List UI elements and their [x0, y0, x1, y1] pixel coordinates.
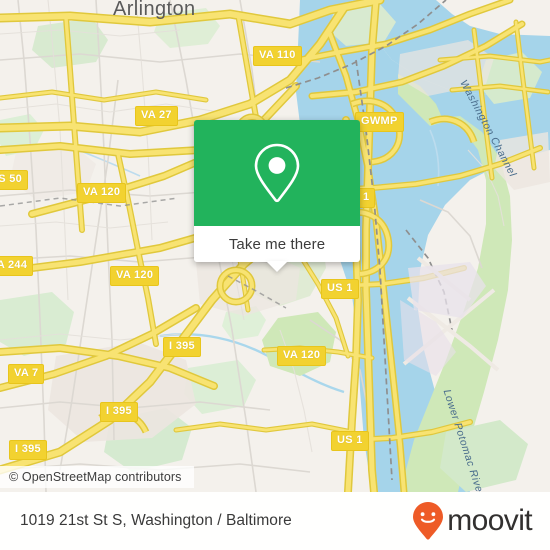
shield-va-120-upper[interactable]: VA 120: [77, 183, 127, 203]
moovit-wordmark: moovit: [447, 504, 532, 537]
card-cta-area[interactable]: Take me there: [194, 226, 360, 272]
shield-us-50[interactable]: US 50: [0, 170, 29, 190]
card-pin-area: [194, 120, 360, 226]
moovit-map-screen: Arlington Washington Channel Lower Potom…: [0, 0, 550, 550]
address-label: 1019 21st St S, Washington / Baltimore: [20, 512, 292, 529]
shield-i-395-mid[interactable]: I 395: [163, 337, 201, 357]
shield-va-120-lower[interactable]: VA 120: [277, 346, 327, 366]
shield-va-7[interactable]: VA 7: [8, 364, 45, 384]
shield-va-120-mid[interactable]: VA 120: [110, 266, 160, 286]
shield-va-244[interactable]: VA 244: [0, 256, 34, 276]
location-callout-card[interactable]: Take me there: [194, 120, 360, 272]
moovit-brand[interactable]: moovit: [411, 501, 533, 541]
location-pin-icon: [254, 143, 300, 203]
osm-attribution[interactable]: © OpenStreetMap contributors: [0, 466, 194, 488]
shield-us-1-mid[interactable]: US 1: [321, 279, 359, 299]
shield-i-395-bottom[interactable]: I 395: [9, 440, 47, 460]
shield-i-395-left[interactable]: I 395: [100, 402, 138, 422]
card-pointer-tail: [266, 261, 288, 272]
shield-va-27[interactable]: VA 27: [135, 106, 178, 126]
shield-us-1-lower[interactable]: US 1: [331, 431, 369, 451]
take-me-there-label: Take me there: [228, 235, 326, 253]
shield-va-110[interactable]: VA 110: [253, 46, 302, 66]
shield-gwmp[interactable]: GWMP: [355, 112, 404, 132]
footer-bar: 1019 21st St S, Washington / Baltimore m…: [0, 492, 550, 550]
moovit-smiley-pin-icon: [413, 502, 444, 540]
